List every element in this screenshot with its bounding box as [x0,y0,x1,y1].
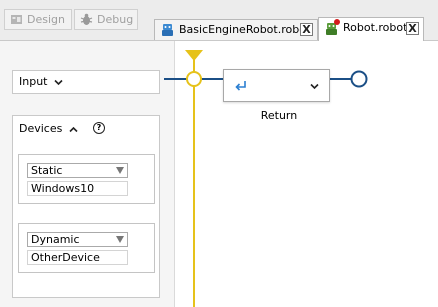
flow-start-marker-icon[interactable] [185,50,203,61]
return-node[interactable] [223,69,330,102]
flow-lines [164,50,368,307]
flow-junction-node[interactable] [186,71,202,87]
return-node-label: Return [260,109,298,122]
chevron-down-icon[interactable] [310,83,319,90]
return-icon [235,81,246,91]
flow-end-node[interactable] [350,70,368,88]
